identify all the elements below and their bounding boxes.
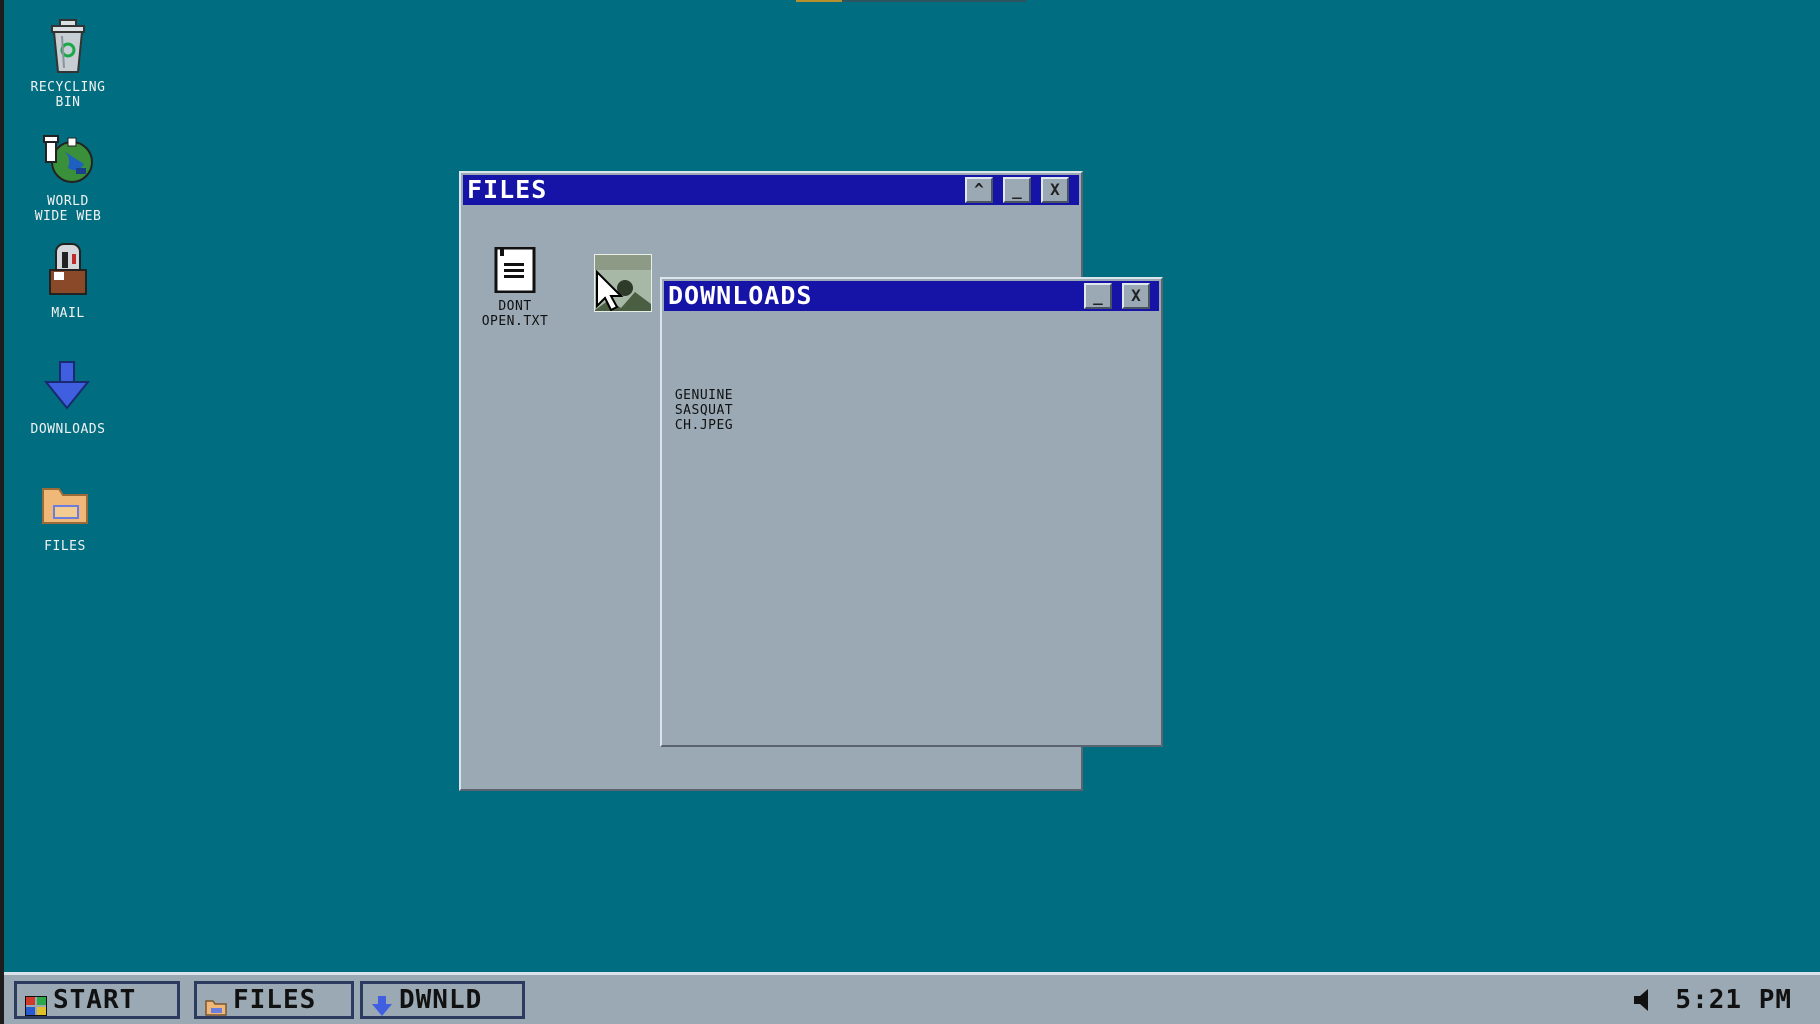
desktop-icon-world-wide-web[interactable]: WORLD WIDE WEB xyxy=(13,130,123,224)
windows-logo-icon xyxy=(24,992,48,1017)
file-item-label: GENUINE SASQUAT CH.JPEG xyxy=(674,388,734,433)
desktop-icon-mail[interactable]: MAIL xyxy=(13,242,123,321)
desktop-icon-recycling-bin[interactable]: RECYCLING BIN xyxy=(13,16,123,110)
screen-left-edge xyxy=(0,0,4,1024)
files-minimize-button[interactable]: _ xyxy=(1003,177,1031,203)
globe-icon xyxy=(38,130,98,190)
downloads-window[interactable]: DOWNLOADS _ X GENUINE SASQUAT CH.JPEG xyxy=(660,277,1163,747)
folder-icon xyxy=(35,475,95,535)
desktop-icon-label: WORLD WIDE WEB xyxy=(34,194,102,224)
desktop-icon-label: DOWNLOADS xyxy=(30,422,106,437)
downloads-window-title: DOWNLOADS xyxy=(668,281,813,310)
start-button[interactable]: START xyxy=(14,981,180,1019)
files-restore-button[interactable]: ^ xyxy=(965,177,993,203)
taskbar-item-label: DWNLD xyxy=(399,985,483,1015)
download-arrow-icon xyxy=(371,992,393,1016)
taskbar-item-downloads[interactable]: DWNLD xyxy=(360,981,525,1019)
image-thumbnail-icon xyxy=(594,254,652,312)
file-item-genuine-sasquatch-jpeg[interactable]: GENUINE SASQUAT CH.JPEG xyxy=(664,373,744,448)
desktop-icon-label: FILES xyxy=(44,539,86,554)
downloads-close-button[interactable]: X xyxy=(1122,283,1150,309)
file-item-image-thumbnail[interactable] xyxy=(593,239,653,327)
taskbar-item-files[interactable]: FILES xyxy=(194,981,354,1019)
taskbar-clock: 5:21 PM xyxy=(1675,985,1792,1015)
mailbox-icon xyxy=(38,242,98,302)
file-item-label: DONT OPEN.TXT xyxy=(481,299,549,329)
speaker-icon[interactable] xyxy=(1632,989,1652,1011)
files-window-title: FILES xyxy=(467,175,548,204)
downloads-minimize-button[interactable]: _ xyxy=(1084,283,1112,309)
files-close-button[interactable]: X xyxy=(1041,177,1069,203)
desktop-icon-downloads[interactable]: DOWNLOADS xyxy=(13,358,123,437)
file-item-dont-open-txt[interactable]: DONT OPEN.TXT xyxy=(467,217,563,344)
recycling-bin-icon xyxy=(38,16,98,76)
taskbar-item-label: FILES xyxy=(233,985,317,1015)
text-file-icon xyxy=(492,232,538,294)
start-label: START xyxy=(53,985,137,1015)
desktop-icon-label: MAIL xyxy=(51,306,85,321)
desktop-icon-label: RECYCLING BIN xyxy=(30,80,106,110)
download-arrow-icon xyxy=(38,358,98,418)
folder-icon xyxy=(205,992,227,1016)
taskbar: START FILES DWNLD 5:21 PM xyxy=(4,972,1820,1024)
desktop-icon-files[interactable]: FILES xyxy=(10,475,120,554)
top-progress-strip xyxy=(796,0,1026,2)
